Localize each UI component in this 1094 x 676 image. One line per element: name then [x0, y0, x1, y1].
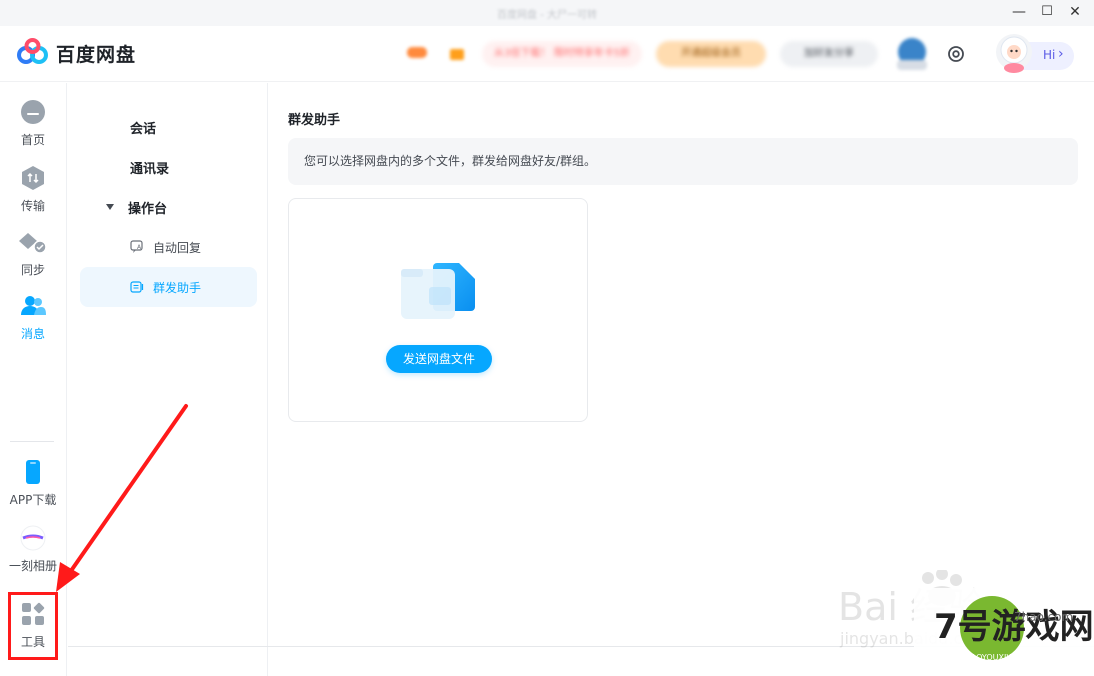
chevron-right-icon: › [1058, 46, 1064, 62]
greeting-text: Hi [1043, 48, 1056, 62]
user-greeting[interactable]: Hi › [988, 30, 1078, 76]
rail-divider [10, 441, 54, 442]
window-title: 百度网盘 - 大尸一可转 [497, 10, 597, 21]
gift-icon[interactable] [448, 44, 466, 62]
send-file-card: 发送网盘文件 [288, 198, 588, 422]
app-header: 百度网盘 从3倍下载！ 限时特享年卡5折 开通超级会员 加好友分享 Hi › [0, 26, 1094, 82]
transfer-icon [20, 165, 46, 191]
caret-down-icon[interactable] [106, 204, 114, 210]
info-notice: 您可以选择网盘内的多个文件，群发给网盘好友/群组。 [288, 138, 1078, 185]
maximize-button[interactable]: ☐ [1036, 3, 1058, 21]
subnav-label-workbench: 操作台 [128, 201, 168, 217]
cloud-icon [20, 99, 46, 125]
avatar[interactable] [893, 36, 931, 72]
rail-label-messages: 消息 [20, 327, 45, 341]
send-netdisk-file-button[interactable]: 发送网盘文件 [386, 345, 492, 373]
rail-label-transfer: 传输 [20, 199, 45, 213]
phone-icon [20, 459, 46, 485]
main-content: 群发助手 您可以选择网盘内的多个文件，群发给网盘好友/群组。 发送网盘文件 [269, 83, 1094, 646]
broadcast-icon [130, 280, 144, 294]
subnav-label-conversation: 会话 [130, 121, 157, 137]
subnav-label-contacts: 通讯录 [130, 161, 170, 177]
tools-highlight-box [8, 592, 58, 660]
rail-label-album: 一刻相册 [8, 559, 57, 573]
subnav-item-contacts[interactable]: 通讯录 [80, 147, 257, 187]
vip-button[interactable]: 开通超级会员 [656, 41, 766, 67]
message-subnav: 会话 通讯录 操作台 A 自动回复 群发助手 [68, 83, 268, 676]
title-bar: 百度网盘 - 大尸一可转 — ☐ ✕ [0, 0, 1094, 26]
minimize-button[interactable]: — [1008, 3, 1030, 21]
album-icon [20, 525, 46, 551]
close-button[interactable]: ✕ [1064, 3, 1086, 21]
left-rail: 首页 传输 同步 消息 APP下载 一刻相册 工具 [0, 83, 67, 676]
site-watermark-logo: 7号游戏网 7hao.com JIHAOYOUXIWANG [914, 588, 1094, 676]
files-illustration-icon [399, 261, 479, 321]
subnav-item-workbench[interactable]: 操作台 [80, 187, 257, 227]
rail-item-messages[interactable]: 消息 [0, 293, 66, 342]
subnav-item-conversation[interactable]: 会话 [80, 107, 257, 147]
rail-item-sync[interactable]: 同步 [0, 229, 66, 278]
app-logo[interactable]: 百度网盘 [16, 38, 136, 68]
rail-item-app-download[interactable]: APP下载 [0, 459, 66, 508]
rail-item-album[interactable]: 一刻相册 [0, 525, 66, 574]
rail-label-sync: 同步 [20, 263, 45, 277]
rail-label-app-download: APP下载 [9, 493, 57, 507]
subnav-item-broadcast[interactable]: 群发助手 [80, 267, 257, 307]
site-watermark-pinyin: JIHAOYOUXIWANG [959, 653, 1032, 662]
subnav-label-auto-reply: 自动回复 [153, 240, 202, 255]
promo-banner[interactable]: 从3倍下载！ 限时特享年卡5折 [482, 41, 642, 67]
rail-item-home[interactable]: 首页 [0, 99, 66, 148]
site-watermark-url: 7hao.com [1014, 610, 1073, 624]
sync-icon [16, 229, 50, 255]
settings-icon[interactable] [946, 44, 966, 64]
rail-label-home: 首页 [20, 133, 45, 147]
baidu-netdisk-logo-icon [16, 38, 50, 68]
subnav-item-auto-reply[interactable]: A 自动回复 [80, 227, 257, 267]
rail-item-transfer[interactable]: 传输 [0, 165, 66, 214]
page-title: 群发助手 [288, 113, 341, 128]
auto-reply-icon: A [130, 240, 144, 254]
users-icon [20, 293, 46, 319]
app-name: 百度网盘 [56, 43, 137, 66]
game-icon[interactable] [406, 44, 428, 60]
subnav-label-broadcast: 群发助手 [153, 280, 202, 295]
share-button[interactable]: 加好友分享 [780, 41, 878, 67]
